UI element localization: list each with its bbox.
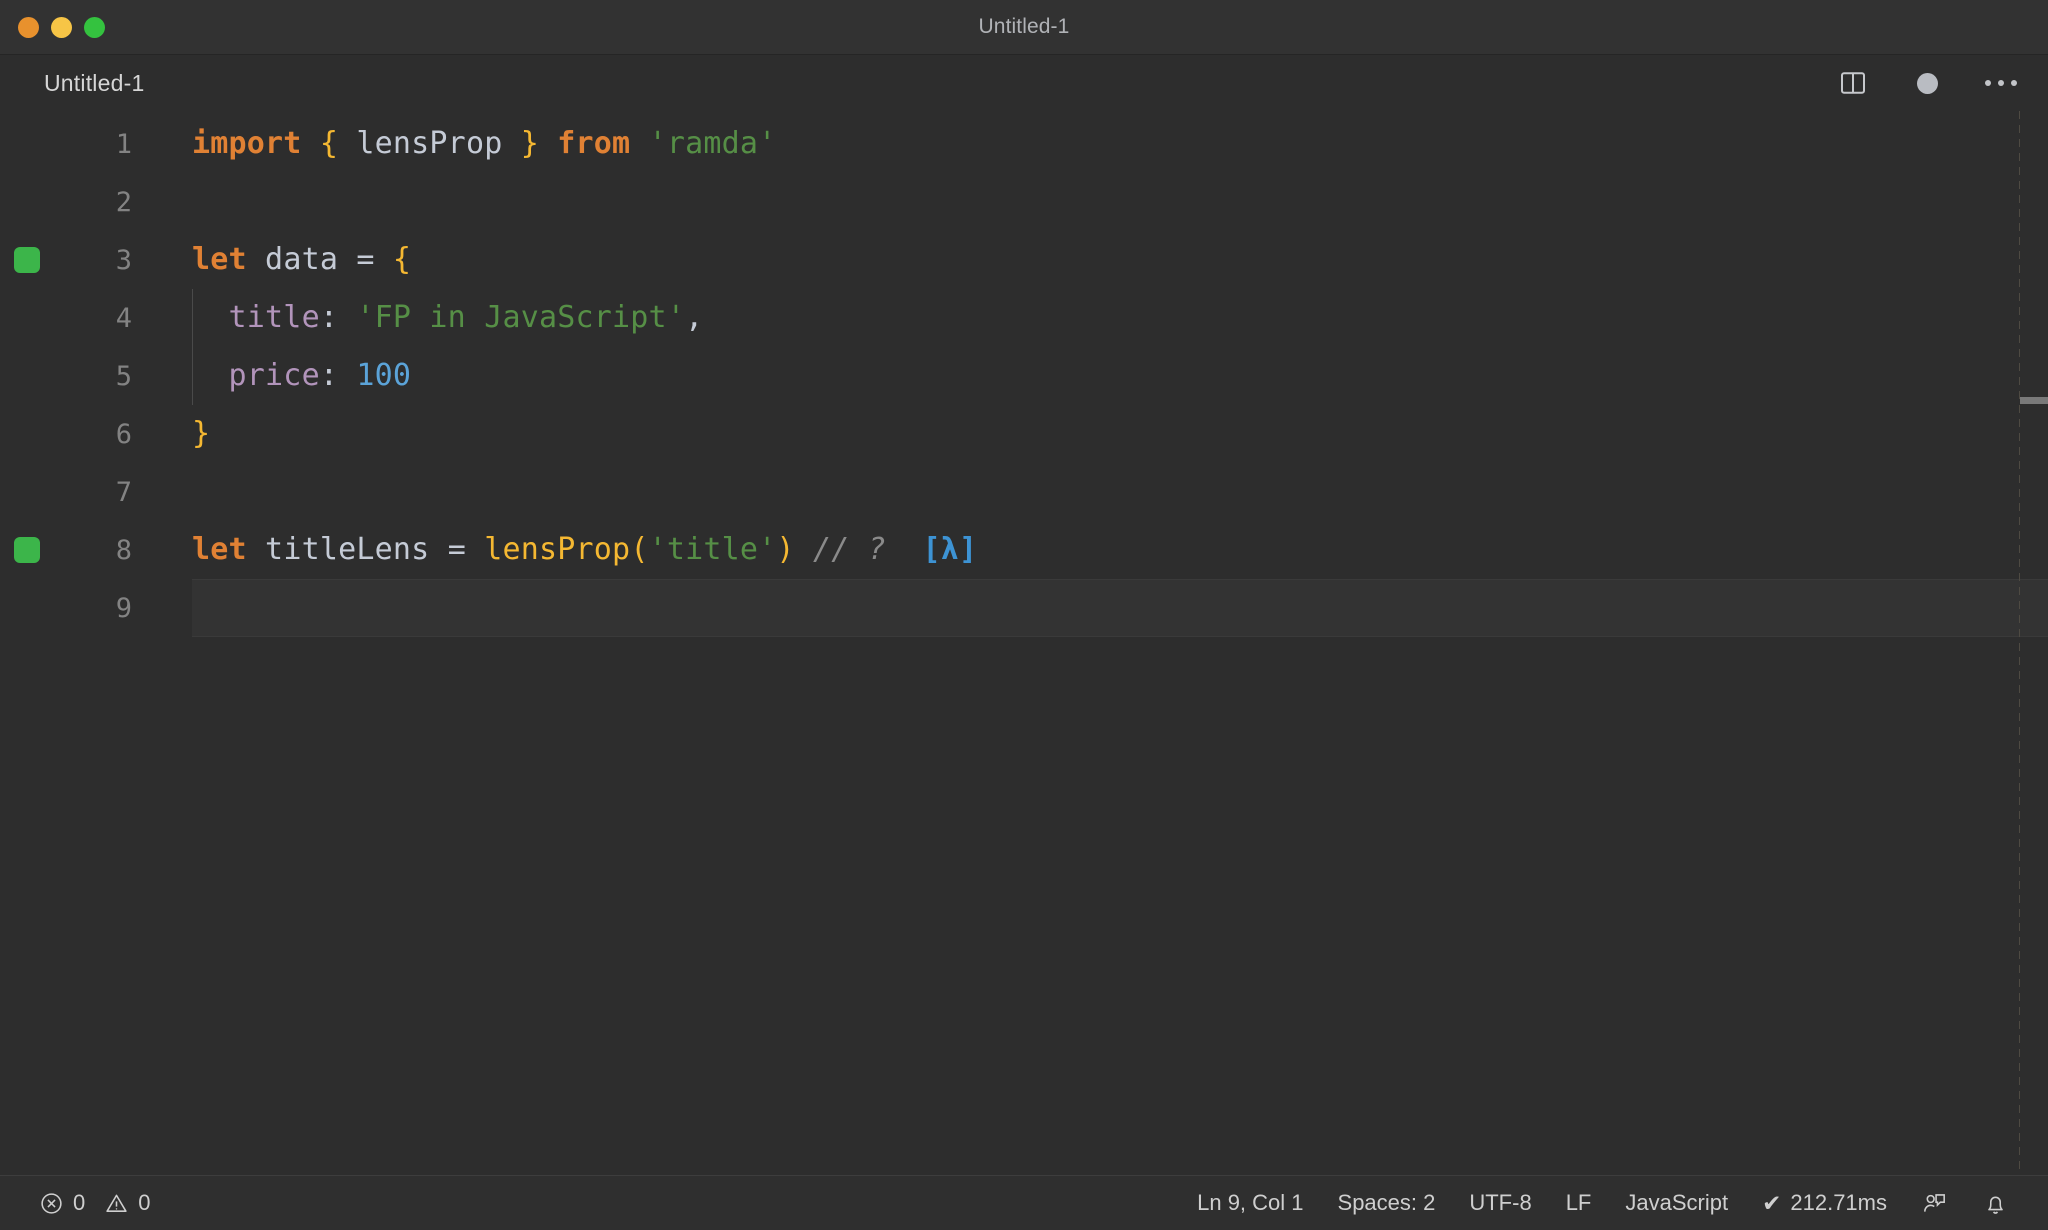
line-number: 1 bbox=[115, 128, 132, 160]
code-line-7[interactable]: 7 bbox=[0, 463, 2048, 521]
code-token: 100 bbox=[356, 358, 412, 393]
line-number: 2 bbox=[115, 186, 132, 218]
current-line-highlight bbox=[192, 579, 2048, 637]
code-text[interactable]: } bbox=[192, 419, 210, 449]
code-token: ( bbox=[630, 532, 649, 567]
code-token: data bbox=[246, 242, 357, 277]
notifications-status[interactable] bbox=[1965, 1181, 2026, 1225]
code-text[interactable]: let titleLens = lensProp('title') // ? [… bbox=[192, 535, 977, 565]
window-titlebar: Untitled-1 bbox=[0, 0, 2048, 55]
problems-status[interactable]: 0 0 bbox=[30, 1181, 160, 1225]
run-time-status[interactable]: ✔ 212.71ms bbox=[1745, 1181, 1904, 1225]
code-line-3[interactable]: 3 let data = { bbox=[0, 231, 2048, 289]
code-token: } bbox=[192, 416, 211, 451]
warning-count: 0 bbox=[138, 1190, 151, 1215]
code-token: price bbox=[192, 358, 320, 393]
encoding-status[interactable]: UTF-8 bbox=[1452, 1181, 1548, 1225]
editor-tab-bar: Untitled-1 bbox=[0, 55, 2048, 111]
editor-actions bbox=[1836, 66, 2022, 100]
code-text[interactable]: price: 100 bbox=[192, 361, 411, 391]
code-token: ) bbox=[776, 532, 795, 567]
code-token: lensProp bbox=[338, 126, 521, 161]
warning-triangle-icon bbox=[104, 1191, 129, 1216]
code-token: let bbox=[192, 532, 247, 567]
code-token: { bbox=[319, 126, 339, 161]
code-token: : bbox=[319, 358, 357, 393]
error-count: 0 bbox=[73, 1190, 86, 1215]
overview-ruler[interactable] bbox=[2020, 111, 2048, 1175]
window-title: Untitled-1 bbox=[978, 15, 1070, 38]
line-number: 3 bbox=[115, 244, 132, 276]
code-token: = bbox=[356, 242, 375, 277]
check-icon: ✔ bbox=[1762, 1189, 1782, 1216]
maximize-window-button[interactable] bbox=[84, 16, 105, 38]
code-line-8[interactable]: 8 let titleLens = lensProp('title') // ? … bbox=[0, 521, 2048, 579]
minimize-window-button[interactable] bbox=[51, 16, 72, 38]
code-editor[interactable]: 1 import { lensProp } from 'ramda' 2 3 let d… bbox=[0, 111, 2048, 1175]
error-circle-icon bbox=[39, 1191, 64, 1216]
code-token: 'title' bbox=[648, 532, 777, 567]
line-number: 6 bbox=[115, 418, 132, 450]
close-window-button[interactable] bbox=[18, 16, 39, 38]
code-line-4[interactable]: 4 title: 'FP in JavaScript', bbox=[0, 289, 2048, 347]
code-token: : bbox=[319, 300, 357, 335]
code-text[interactable]: let data = { bbox=[192, 245, 411, 275]
feedback-status[interactable] bbox=[1904, 1181, 1965, 1225]
tab-untitled-1[interactable]: Untitled-1 bbox=[0, 55, 171, 111]
code-text[interactable]: import { lensProp } from 'ramda' bbox=[192, 129, 776, 159]
code-token: titleLens bbox=[246, 532, 448, 567]
code-token: { bbox=[392, 242, 412, 277]
code-token: , bbox=[685, 300, 704, 335]
feedback-person-icon bbox=[1921, 1190, 1948, 1217]
editor-window: Untitled-1 Untitled-1 1 import { lensProp… bbox=[0, 0, 2048, 1230]
code-token: } bbox=[520, 126, 539, 161]
line-number: 9 bbox=[115, 592, 132, 624]
bell-icon bbox=[1982, 1190, 2009, 1217]
window-controls bbox=[0, 16, 105, 38]
code-line-9[interactable]: 9 bbox=[0, 579, 2048, 637]
status-bar-right: Ln 9, Col 1 Spaces: 2 UTF-8 LF JavaScrip… bbox=[1180, 1181, 2026, 1225]
status-bar: 0 0 Ln 9, Col 1 Spaces: 2 UTF-8 LF JavaS… bbox=[0, 1175, 2048, 1230]
indent-guide bbox=[192, 289, 193, 405]
code-token: 'FP in JavaScript' bbox=[356, 300, 686, 335]
more-actions-icon[interactable] bbox=[1984, 66, 2018, 100]
code-token: from bbox=[557, 126, 631, 161]
code-token: // ? bbox=[812, 532, 886, 567]
line-number: 5 bbox=[115, 360, 132, 392]
line-number: 7 bbox=[115, 476, 132, 508]
code-token: 'ramda' bbox=[648, 126, 777, 161]
code-line-1[interactable]: 1 import { lensProp } from 'ramda' bbox=[0, 115, 2048, 173]
code-token: = bbox=[447, 532, 466, 567]
code-text[interactable]: title: 'FP in JavaScript', bbox=[192, 300, 704, 335]
status-bar-left: 0 0 bbox=[30, 1181, 160, 1225]
code-token: let bbox=[192, 242, 247, 277]
code-lines[interactable]: 1 import { lensProp } from 'ramda' 2 3 let d… bbox=[0, 111, 2048, 637]
overview-ruler-mark bbox=[2020, 397, 2048, 404]
code-token: import bbox=[192, 126, 302, 161]
indentation-status[interactable]: Spaces: 2 bbox=[1321, 1181, 1453, 1225]
split-editor-icon[interactable] bbox=[1836, 66, 1870, 100]
code-token: title bbox=[192, 300, 320, 335]
code-token: lensProp bbox=[484, 532, 631, 567]
tab-label: Untitled-1 bbox=[44, 69, 145, 96]
code-token: [λ] bbox=[922, 532, 978, 567]
code-line-5[interactable]: 5 price: 100 bbox=[0, 347, 2048, 405]
line-number: 8 bbox=[115, 534, 132, 566]
eol-status[interactable]: LF bbox=[1549, 1181, 1609, 1225]
cursor-position-status[interactable]: Ln 9, Col 1 bbox=[1180, 1181, 1320, 1225]
run-time-value: 212.71ms bbox=[1790, 1190, 1887, 1215]
line-number: 4 bbox=[115, 302, 132, 334]
code-line-2[interactable]: 2 bbox=[0, 173, 2048, 231]
language-mode-status[interactable]: JavaScript bbox=[1608, 1181, 1745, 1225]
code-line-6[interactable]: 6} bbox=[0, 405, 2048, 463]
unsaved-changes-dot-icon[interactable] bbox=[1910, 66, 1944, 100]
